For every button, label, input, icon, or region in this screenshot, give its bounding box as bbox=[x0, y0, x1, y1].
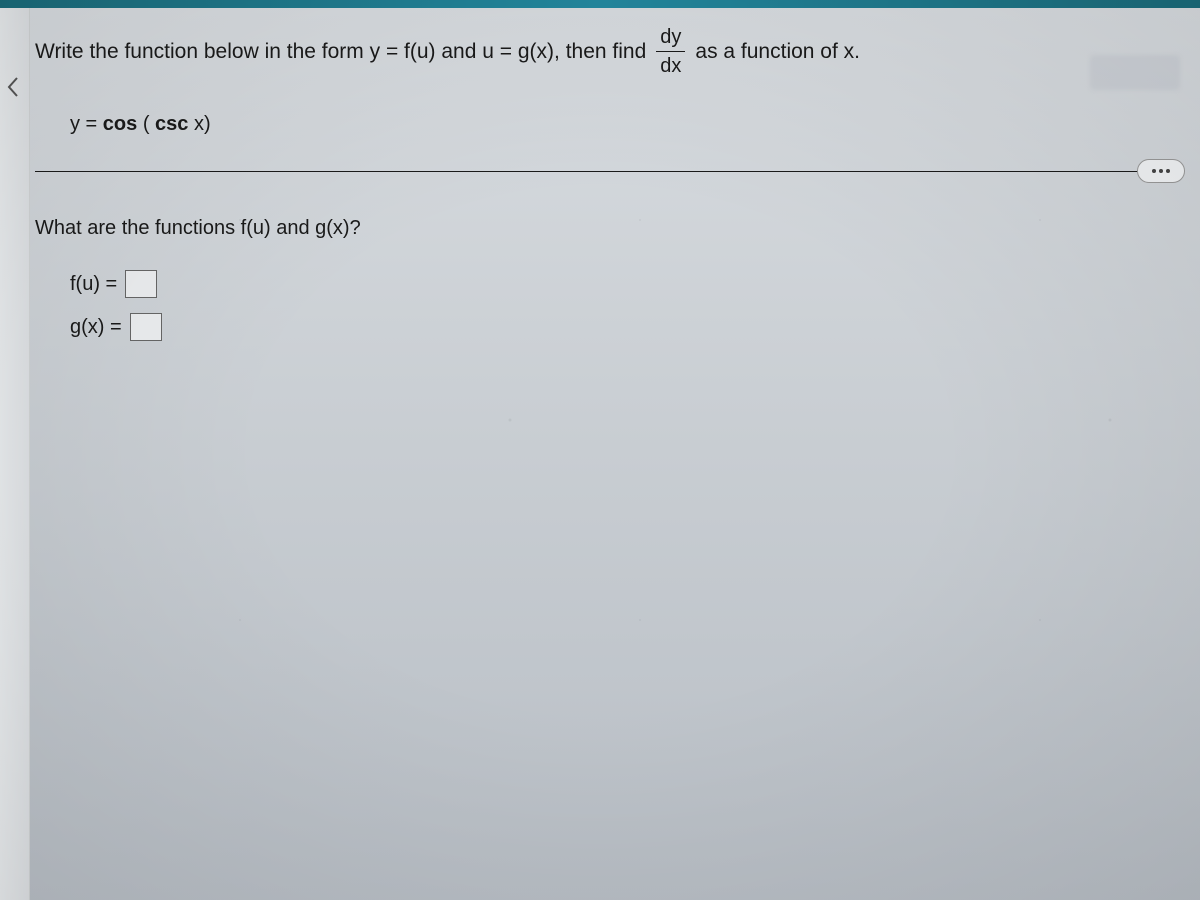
fraction-denominator: dx bbox=[656, 52, 685, 78]
gx-answer-row: g(x) = bbox=[70, 313, 1180, 341]
prompt-text-suffix: as a function of x. bbox=[695, 33, 860, 71]
question-prompt: Write the function below in the form y =… bbox=[35, 25, 1180, 78]
left-margin-strip bbox=[0, 8, 30, 900]
prompt-text-prefix: Write the function below in the form y =… bbox=[35, 33, 646, 71]
top-window-frame bbox=[0, 0, 1200, 8]
fraction-numerator: dy bbox=[656, 25, 685, 52]
fu-label: f(u) = bbox=[70, 273, 117, 296]
fu-answer-row: f(u) = bbox=[70, 270, 1180, 298]
fu-input[interactable] bbox=[125, 270, 157, 298]
sub-question-text: What are the functions f(u) and g(x)? bbox=[35, 217, 1180, 240]
ellipsis-icon bbox=[1152, 169, 1170, 173]
section-divider bbox=[35, 171, 1180, 172]
question-panel: Write the function below in the form y =… bbox=[35, 25, 1180, 880]
gx-label: g(x) = bbox=[70, 316, 122, 339]
gx-input[interactable] bbox=[130, 313, 162, 341]
more-options-button[interactable] bbox=[1137, 159, 1185, 183]
prev-arrow-icon[interactable] bbox=[5, 76, 23, 103]
derivative-fraction: dy dx bbox=[656, 25, 685, 78]
given-equation: y = cos ( csc x) bbox=[70, 113, 1180, 136]
